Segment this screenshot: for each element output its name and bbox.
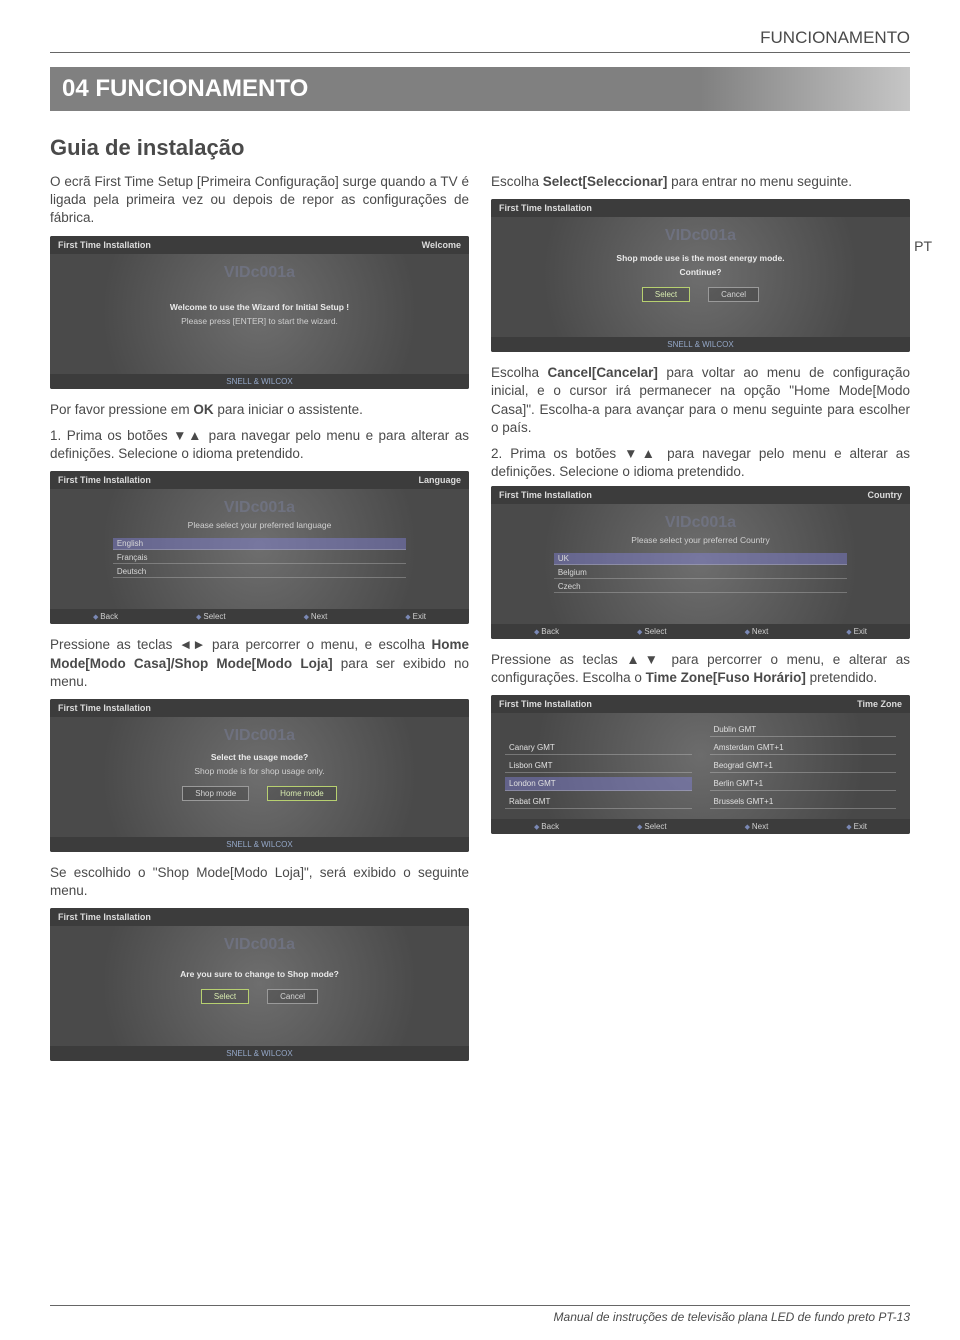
ss-nav: Back (534, 627, 559, 636)
language-tab: PT (914, 238, 932, 254)
ss-option: Deutsch (113, 566, 406, 578)
ss-title: First Time Installation (58, 703, 151, 713)
ss-title: First Time Installation (499, 203, 592, 213)
screenshot-energy-mode: First Time Installation VIDc001a Shop mo… (491, 199, 910, 352)
ss-tz-cell: Beograd GMT+1 (710, 759, 897, 773)
para: Pressione as teclas ▲▼ para percorrer o … (491, 651, 910, 687)
para: Escolha Select[Seleccionar] para entrar … (491, 173, 910, 191)
ss-nav: Next (304, 612, 328, 621)
bg-watermark: VIDc001a (224, 727, 295, 745)
screenshot-country: First Time Installation Country VIDc001a… (491, 486, 910, 639)
ss-tz-cell: Lisbon GMT (505, 759, 692, 773)
right-column: Escolha Select[Seleccionar] para entrar … (491, 173, 910, 1073)
ss-nav: Back (93, 612, 118, 621)
screenshot-language: First Time Installation Language VIDc001… (50, 471, 469, 624)
ss-line: Select the usage mode? (211, 752, 308, 762)
para: Por favor pressione em OK para iniciar o… (50, 401, 469, 419)
ss-title: First Time Installation (499, 490, 592, 500)
ss-tz-cell: Dublin GMT (710, 723, 897, 737)
para: Se escolhido o "Shop Mode[Modo Loja]", s… (50, 864, 469, 900)
ss-tz-cell: Rabat GMT (505, 795, 692, 809)
ss-brandbar: SNELL & WILCOX (491, 337, 910, 352)
bg-watermark: VIDc001a (665, 227, 736, 245)
ss-button: Cancel (708, 287, 759, 302)
ss-prompt: Please select your preferred Country (631, 535, 769, 545)
ss-line: Are you sure to change to Shop mode? (180, 969, 339, 979)
para: Escolha Cancel[Cancelar] para voltar ao … (491, 364, 910, 437)
ss-nav: Exit (405, 612, 426, 621)
ss-button: Home mode (267, 786, 337, 801)
screenshot-welcome: First Time Installation Welcome VIDc001a… (50, 236, 469, 389)
ss-line: Please press [ENTER] to start the wizard… (181, 316, 338, 326)
ss-line: Welcome to use the Wizard for Initial Se… (170, 302, 349, 312)
bg-watermark: VIDc001a (665, 514, 736, 532)
ss-line: Shop mode is for shop usage only. (194, 766, 324, 776)
ss-title-r: Country (868, 490, 903, 500)
screenshot-timezone: First Time Installation Time Zone Dublin… (491, 695, 910, 834)
ss-option: Belgium (554, 567, 847, 579)
ss-option: English (113, 538, 406, 550)
ss-nav: Back (534, 822, 559, 831)
bg-watermark: VIDc001a (224, 264, 295, 282)
ss-line: Continue? (679, 267, 721, 277)
ss-title-r: Welcome (422, 240, 461, 250)
ss-tz-cell: Berlin GMT+1 (710, 777, 897, 791)
ss-title: First Time Installation (58, 475, 151, 485)
ss-title: First Time Installation (58, 912, 151, 922)
ss-tz-cell: Amsterdam GMT+1 (710, 741, 897, 755)
ss-nav: Select (637, 627, 667, 636)
ss-nav: Exit (846, 822, 867, 831)
ss-prompt: Please select your preferred language (188, 520, 332, 530)
ss-button: Shop mode (182, 786, 249, 801)
ss-title-r: Language (418, 475, 461, 485)
ss-brandbar: SNELL & WILCOX (50, 837, 469, 852)
ss-brandbar: SNELL & WILCOX (50, 1046, 469, 1061)
ss-nav: Select (196, 612, 226, 621)
bg-watermark: VIDc001a (224, 499, 295, 517)
page-footer: Manual de instruções de televisão plana … (50, 1305, 910, 1324)
ss-button: Select (642, 287, 690, 302)
screenshot-confirm-shop: First Time Installation VIDc001a Are you… (50, 908, 469, 1061)
ss-tz-cell (505, 723, 692, 737)
para: 1. Prima os botões ▼▲ para navegar pelo … (50, 427, 469, 463)
ss-title: First Time Installation (499, 699, 592, 709)
ss-button: Select (201, 989, 249, 1004)
ss-button: Cancel (267, 989, 318, 1004)
ss-nav: Next (745, 627, 769, 636)
bg-watermark: VIDc001a (224, 936, 295, 954)
screenshot-usage-mode: First Time Installation VIDc001a Select … (50, 699, 469, 852)
section-banner: 04 FUNCIONAMENTO (50, 67, 910, 111)
ss-option: UK (554, 553, 847, 565)
ss-tz-cell: Canary GMT (505, 741, 692, 755)
ss-option: Czech (554, 581, 847, 593)
para: O ecrã First Time Setup [Primeira Config… (50, 173, 469, 228)
ss-tz-cell: London GMT (505, 777, 692, 791)
ss-title: First Time Installation (58, 240, 151, 250)
left-column: O ecrã First Time Setup [Primeira Config… (50, 173, 469, 1073)
ss-nav: Select (637, 822, 667, 831)
ss-brandbar: SNELL & WILCOX (50, 374, 469, 389)
ss-option: Français (113, 552, 406, 564)
para: Pressione as teclas ◄► para percorrer o … (50, 636, 469, 691)
subheading: Guia de instalação (50, 135, 910, 161)
ss-line: Shop mode use is the most energy mode. (616, 253, 784, 263)
para: 2. Prima os botões ▼▲ para navegar pelo … (491, 445, 910, 481)
ss-nav: Exit (846, 627, 867, 636)
ss-nav: Next (745, 822, 769, 831)
ss-tz-cell: Brussels GMT+1 (710, 795, 897, 809)
ss-title-r: Time Zone (857, 699, 902, 709)
running-header: FUNCIONAMENTO (50, 28, 910, 53)
